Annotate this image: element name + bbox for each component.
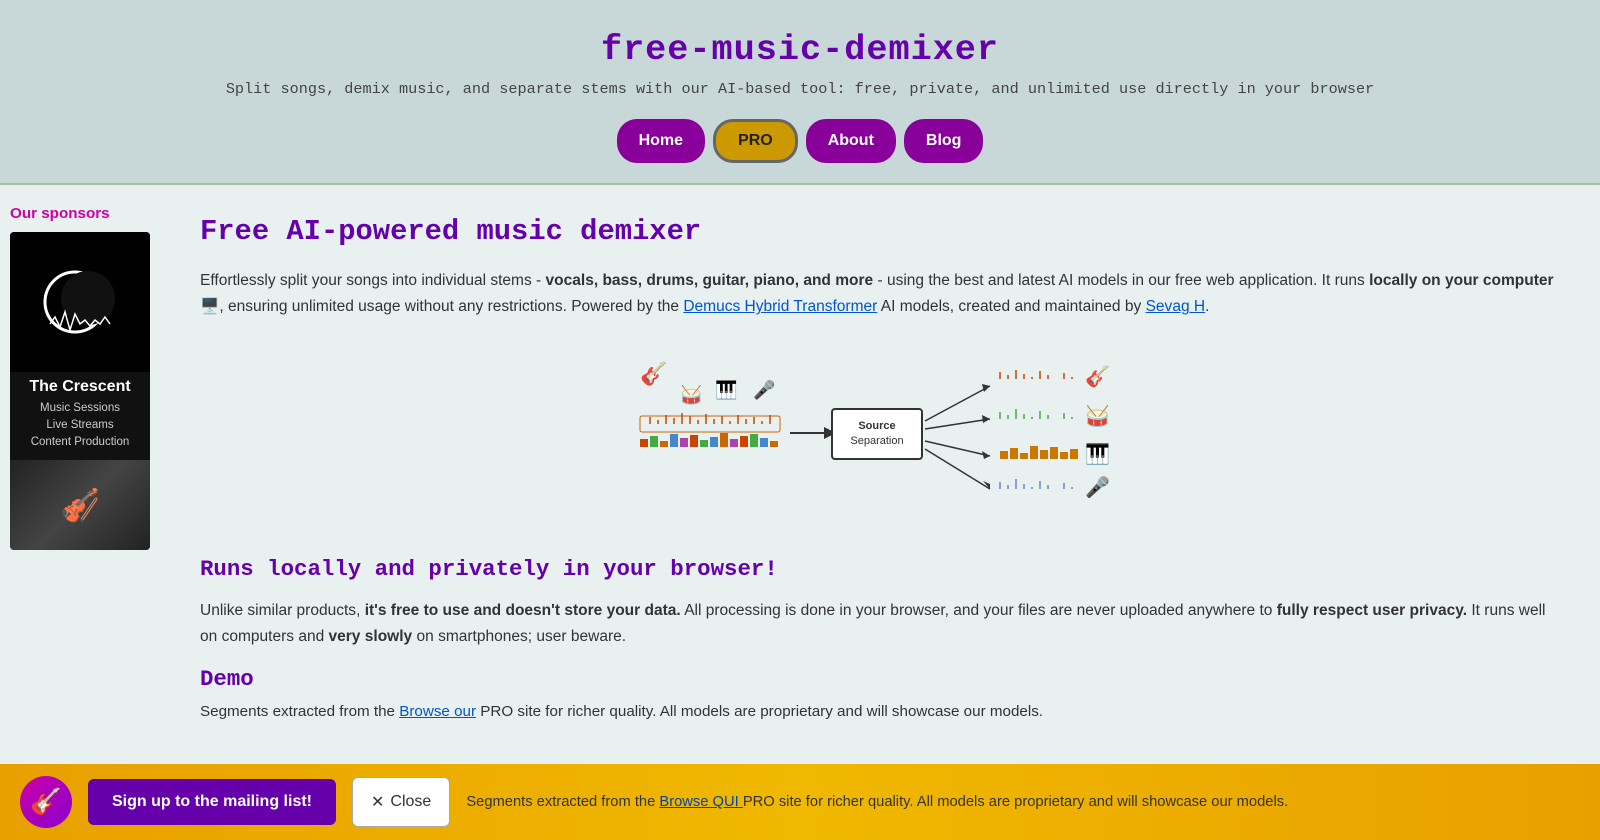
moon-icon [40,262,120,342]
svg-text:Separation: Separation [850,435,903,447]
nav-home[interactable]: Home [617,119,705,163]
bottom-text: Segments extracted from the Browse QUI P… [466,791,1580,813]
svg-text:🥁: 🥁 [680,384,703,405]
intro-paragraph: Effortlessly split your songs into indiv… [200,268,1560,321]
sponsor-details: Music Sessions Live Streams Content Prod… [10,398,150,460]
close-button[interactable]: ✕ Close [352,777,450,827]
svg-text:🎤: 🎤 [1085,475,1110,499]
browse-qui-link[interactable]: Browse QUI [659,794,742,810]
sponsor-image-visual: 🎻 [10,460,150,550]
site-title: free-music-demixer [20,30,1580,70]
demucs-link[interactable]: Demucs Hybrid Transformer [683,298,877,315]
svg-text:🎸: 🎸 [1085,364,1110,388]
sponsor-image: 🎻 [10,460,150,550]
subheading: Runs locally and privately in your brows… [200,556,1560,582]
sidebar: Our sponsors The Crescent Music Sessions… [0,185,160,785]
sevag-link[interactable]: Sevag H [1146,298,1206,315]
sponsors-label: Our sponsors [10,205,150,222]
main-wrapper: Our sponsors The Crescent Music Sessions… [0,185,1600,785]
bottom-bar: 🎸 Sign up to the mailing list! ✕ Close S… [0,764,1600,840]
diagram-container: 🎸 🥁 🎹 🎤 [200,341,1560,526]
sponsor-logo [10,232,150,372]
svg-text:🎸: 🎸 [640,361,667,387]
demo-heading: Demo [200,666,1560,692]
svg-text:Source: Source [858,420,895,432]
bottom-icon: 🎸 [20,776,72,828]
nav: Home PRO About Blog [20,119,1580,163]
privacy-paragraph: Unlike similar products, it's free to us… [200,598,1560,651]
separation-diagram: 🎸 🥁 🎹 🎤 [590,341,1170,526]
mailing-list-button[interactable]: Sign up to the mailing list! [88,779,336,825]
main-heading: Free AI-powered music demixer [200,215,1560,248]
site-subtitle: Split songs, demix music, and separate s… [20,78,1580,101]
demo-paragraph: Segments extracted from the Browse our P… [200,700,1560,724]
svg-text:🎤: 🎤 [753,379,775,400]
nav-about[interactable]: About [806,119,896,163]
svg-text:🎹: 🎹 [715,379,737,400]
nav-blog[interactable]: Blog [904,119,984,163]
sponsor-card: The Crescent Music Sessions Live Streams… [10,232,150,550]
svg-text:🎹: 🎹 [1085,442,1110,466]
main-content: Free AI-powered music demixer Effortless… [160,185,1600,785]
nav-pro[interactable]: PRO [713,119,798,163]
svg-text:🥁: 🥁 [1085,404,1110,428]
sponsor-name: The Crescent [10,372,150,398]
header: free-music-demixer Split songs, demix mu… [0,0,1600,185]
browse-our-link[interactable]: Browse our [399,703,476,720]
